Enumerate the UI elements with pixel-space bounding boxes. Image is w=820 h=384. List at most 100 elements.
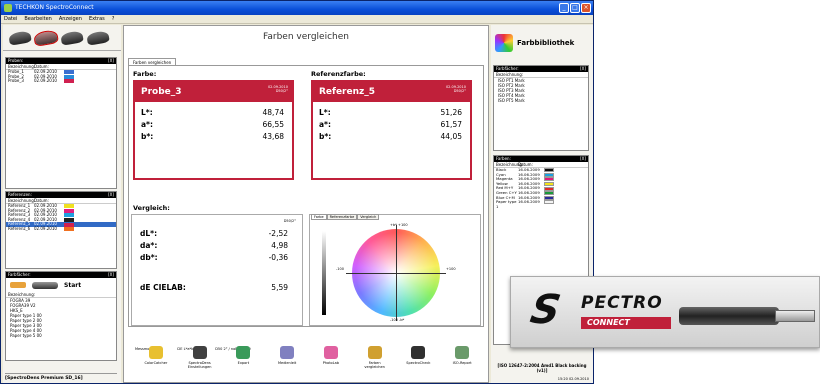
color-swatch	[544, 186, 554, 191]
device-icon	[32, 281, 58, 289]
app-window: TECHKON SpectroConnect _ □ × Datei Bearb…	[0, 0, 594, 384]
tool-icon	[323, 346, 338, 359]
window-title: TECHKON SpectroConnect	[15, 4, 94, 11]
tool-label: Farben vergleichen	[364, 361, 385, 369]
tool-label: ISO-Report	[452, 361, 472, 365]
de-label: dE CIELAB:	[140, 283, 186, 292]
list-item[interactable]: Referenz_6 02.09.2010	[6, 225, 116, 232]
item-name: Referenz_6	[8, 225, 31, 231]
probe-l-value: 48,74	[262, 108, 284, 117]
usb-plug-image	[775, 310, 815, 322]
item-date: 02.09.2010	[34, 78, 57, 84]
color-swatch	[544, 200, 554, 205]
toolbar-button[interactable]: Export	[227, 346, 259, 382]
tool-icon	[455, 346, 470, 359]
farben-right-close-button[interactable]: [X]	[580, 156, 586, 162]
toolbar-button[interactable]: SpectroDens Einstellungen	[184, 346, 216, 382]
list-item[interactable]: Paper type 5 00	[6, 333, 116, 338]
referenz-name: Referenz_5	[319, 87, 376, 97]
tool-icon	[192, 346, 207, 359]
menu-extras[interactable]: Extras	[89, 15, 105, 23]
title-bar: TECHKON SpectroConnect _ □ ×	[1, 1, 593, 15]
faecher-right-close-button[interactable]: [X]	[580, 66, 586, 72]
item-date: 16.06.2009	[518, 199, 540, 205]
l-label: L*:	[319, 108, 331, 117]
start-button[interactable]: Start	[6, 278, 116, 292]
color-swatch	[544, 195, 554, 200]
probe-b-value: 43,68	[262, 132, 284, 141]
device-icon-selected[interactable]	[33, 28, 59, 47]
graph-tab-vergleich[interactable]: Vergleich	[357, 214, 380, 220]
referenz-card: Referenz_5 02.09.2010 D50/2° L*: 51,26 a*…	[311, 80, 472, 180]
toolbar-button[interactable]: Farben vergleichen	[359, 346, 391, 382]
lightness-bar	[322, 231, 326, 315]
toolbar-button[interactable]: SpectroCheck	[402, 346, 434, 382]
list-item[interactable]: Probe_3 02.09.2010	[6, 79, 116, 84]
graph-label-right: +100	[446, 267, 456, 271]
tool-label: Medienleit	[278, 361, 297, 365]
da-value: 4,98	[271, 241, 288, 250]
logo-spectro: PECTRO	[581, 293, 663, 313]
farbfaecher-close-button[interactable]: [X]	[108, 272, 114, 278]
library-header[interactable]: Farbbibliothek	[491, 25, 593, 61]
l-label: L*:	[141, 108, 153, 117]
tool-label: ColorCatcher	[144, 361, 168, 365]
color-swatch	[544, 182, 554, 187]
list-item[interactable]: Paper type 1 16.06.2009	[494, 199, 588, 209]
library-title: Farbbibliothek	[517, 39, 575, 47]
tool-label: SpectroDens Einstellungen	[187, 361, 212, 369]
b-label: b*:	[319, 132, 332, 141]
graph-label-top: +b* +100	[390, 223, 408, 227]
tab-farben-vergleichen[interactable]: Farben vergleichen	[128, 58, 177, 65]
graph-tab-referenzfarbe[interactable]: Referenzfarbe	[326, 214, 358, 220]
menu-anzeigen[interactable]: Anzeigen	[59, 15, 82, 23]
device-status: [SpectroDens Premium SD_16]	[5, 373, 117, 381]
tool-icon	[411, 346, 426, 359]
device-icon[interactable]	[86, 29, 110, 46]
list-item[interactable]: ISO PT5 Mark	[494, 98, 588, 103]
proben-header: Proben: [X]	[6, 58, 116, 64]
device-icon[interactable]	[8, 29, 32, 46]
maximize-button[interactable]: □	[570, 3, 580, 13]
color-swatch	[64, 79, 74, 84]
b-label: b*:	[141, 132, 154, 141]
close-button[interactable]: ×	[581, 3, 591, 13]
farbe-label: Farbe:	[133, 70, 157, 78]
tool-icon	[148, 346, 163, 359]
faecher-right-list: Farbfächer: [X] Bezeichnung: ISO PT1 Mark…	[493, 65, 589, 151]
minimize-button[interactable]: _	[559, 3, 569, 13]
color-swatch	[544, 177, 554, 182]
graph-tab-farbe[interactable]: Farbe	[311, 214, 327, 220]
menu-bearbeiten[interactable]: Bearbeiten	[24, 15, 51, 23]
menu-bar: Datei Bearbeiten Anzeigen Extras ?	[1, 15, 593, 24]
standard-status: [ISO 12647-2:2004 Amd1 Black backing (v1…	[497, 363, 587, 373]
referenz-b-value: 44,05	[440, 132, 462, 141]
toolbar-button[interactable]: Medienleit	[271, 346, 303, 382]
left-panel: Proben: [X] Bezeichnung: Datum: Probe_1 02.…	[3, 25, 121, 383]
device-icon[interactable]	[60, 29, 84, 46]
a-label: a*:	[141, 120, 153, 129]
tool-icon	[236, 346, 251, 359]
color-graph: Farbe Referenzfarbe Vergleich +b* +100 -…	[309, 214, 481, 326]
arrow-icon	[10, 282, 26, 288]
referenz-condition: D50/2°	[453, 89, 466, 93]
referenzen-header: Referenzen: [X]	[6, 192, 116, 198]
toolbar-button[interactable]: ISO-Report	[446, 346, 478, 382]
vergleich-condition: D50/2°	[283, 219, 296, 223]
proben-close-button[interactable]: [X]	[108, 58, 114, 64]
compare-content: Farbe: Referenzfarbe: Probe_3 02.09.2010…	[128, 65, 484, 351]
item-name: Paper type 1	[496, 199, 517, 209]
toolbar-button[interactable]: ColorCatcher	[140, 346, 172, 382]
toolbar-button[interactable]: PhotoLab	[315, 346, 347, 382]
vergleich-label: Vergleich:	[133, 204, 170, 212]
referenz-a-value: 61,57	[440, 120, 462, 129]
referenzen-close-button[interactable]: [X]	[108, 192, 114, 198]
color-library-icon	[495, 34, 513, 52]
color-swatch	[544, 172, 554, 177]
b-axis	[396, 225, 397, 321]
menu-help[interactable]: ?	[112, 15, 115, 23]
referenzen-list: Referenzen: [X] Bezeichnung: Datum: Refere…	[5, 191, 117, 269]
referenz-l-value: 51,26	[440, 108, 462, 117]
tool-label: Export	[237, 361, 250, 365]
menu-datei[interactable]: Datei	[4, 15, 17, 23]
